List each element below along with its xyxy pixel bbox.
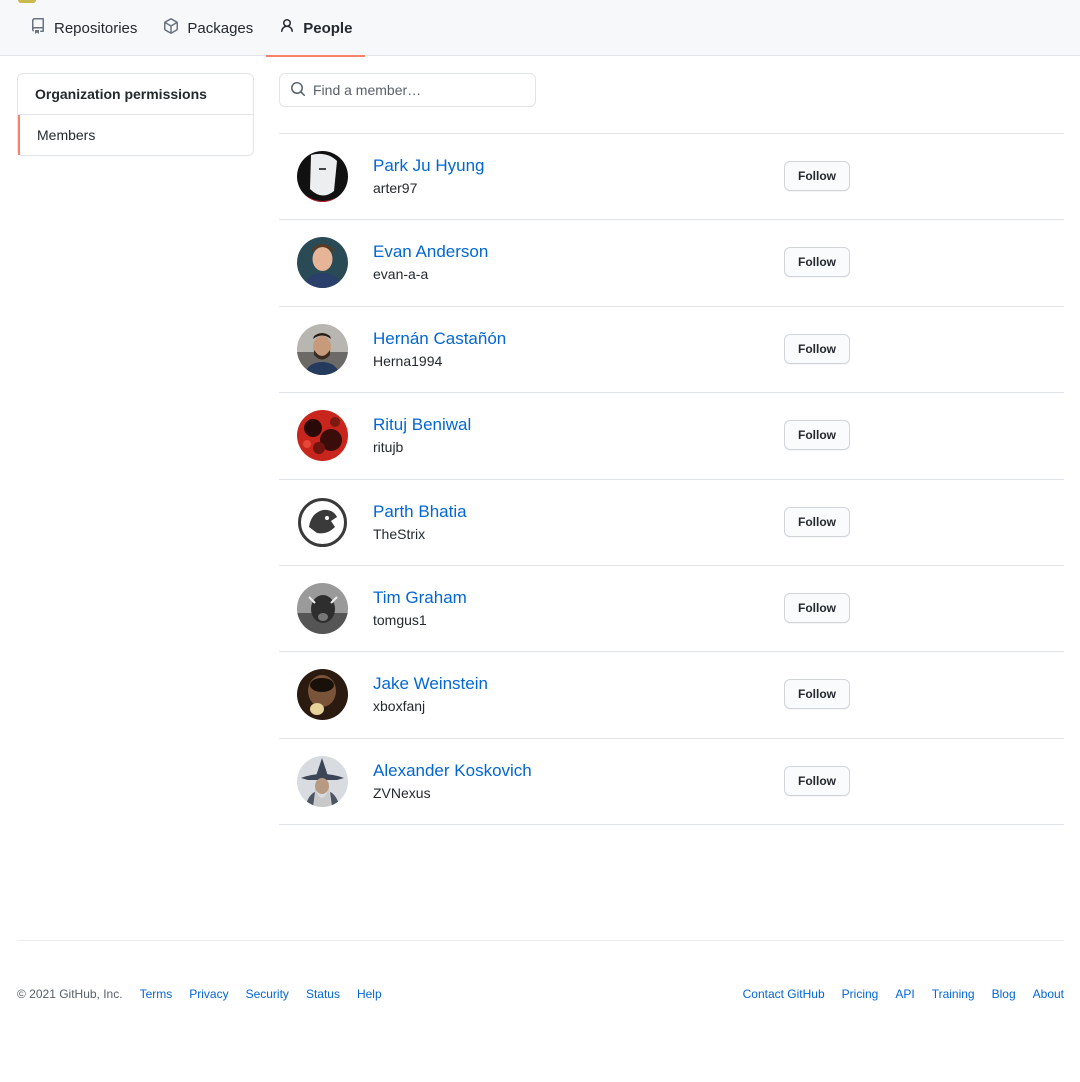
member-login: tomgus1: [373, 611, 427, 628]
tab-people[interactable]: People: [266, 0, 366, 57]
member-row: Alexander Koskovich ZVNexus Follow: [279, 739, 1064, 826]
footer-left: © 2021 GitHub, Inc. Terms Privacy Securi…: [17, 987, 382, 1001]
tab-repositories[interactable]: Repositories: [17, 0, 150, 56]
follow-button[interactable]: Follow: [784, 679, 850, 710]
search-icon: [290, 81, 306, 100]
follow-button[interactable]: Follow: [784, 161, 850, 191]
member-login: xboxfanj: [373, 698, 426, 715]
member-login: ZVNexus: [373, 784, 431, 801]
footer-link-status[interactable]: Status: [306, 987, 340, 1001]
tab-label: Repositories: [54, 19, 138, 37]
sidebar-item-members[interactable]: Members: [18, 115, 253, 155]
footer-link-blog[interactable]: Blog: [992, 987, 1016, 1001]
member-name[interactable]: Tim Graham: [373, 588, 467, 608]
tab-label: Packages: [187, 19, 254, 37]
footer-row: © 2021 GitHub, Inc. Terms Privacy Securi…: [17, 987, 1064, 1003]
tab-packages[interactable]: Packages: [150, 0, 266, 56]
member-name[interactable]: Park Ju Hyung: [373, 156, 485, 176]
avatar[interactable]: [297, 582, 348, 634]
footer-link-training[interactable]: Training: [932, 987, 975, 1001]
footer-link-about[interactable]: About: [1033, 987, 1064, 1001]
member-name[interactable]: Hernán Castañón: [373, 329, 506, 349]
site-footer: © 2021 GitHub, Inc. Terms Privacy Securi…: [17, 940, 1064, 1001]
member-list: Park Ju Hyung arter97 Follow Evan Anders…: [279, 133, 1064, 826]
member-login: Herna1994: [373, 352, 443, 369]
search-input[interactable]: [313, 82, 523, 98]
footer-link-pricing[interactable]: Pricing: [842, 987, 879, 1001]
avatar[interactable]: [297, 755, 348, 807]
member-login: evan-a-a: [373, 266, 429, 283]
follow-button[interactable]: Follow: [784, 247, 850, 278]
copyright: © 2021 GitHub, Inc.: [17, 987, 123, 1001]
member-name[interactable]: Evan Anderson: [373, 242, 488, 262]
org-tabs: Repositories Packages People: [0, 0, 1080, 57]
member-row: Hernán Castañón Herna1994 Follow: [279, 307, 1064, 394]
member-login: TheStrix: [373, 525, 426, 542]
member-row: Tim Graham tomgus1 Follow: [279, 566, 1064, 653]
avatar[interactable]: [297, 669, 348, 721]
footer-link-privacy[interactable]: Privacy: [189, 987, 228, 1001]
member-row: Rituj Beniwal ritujb Follow: [279, 393, 1064, 480]
repo-icon: [30, 18, 46, 38]
follow-button[interactable]: Follow: [784, 765, 850, 796]
member-row: Parth Bhatia TheStrix Follow: [279, 480, 1064, 566]
avatar[interactable]: [297, 496, 348, 548]
sidebar-heading: Organization permissions: [18, 74, 253, 115]
footer-right: Contact GitHub Pricing API Training Blog…: [743, 987, 1064, 1001]
footer-link-api[interactable]: API: [895, 987, 914, 1001]
footer-link-terms[interactable]: Terms: [140, 987, 173, 1001]
member-search: [279, 73, 536, 107]
tab-label: People: [303, 19, 353, 37]
member-name[interactable]: Alexander Koskovich: [373, 761, 532, 781]
member-row: Park Ju Hyung arter97 Follow: [279, 134, 1064, 221]
member-name[interactable]: Jake Weinstein: [373, 674, 488, 694]
footer-link-security[interactable]: Security: [246, 987, 289, 1001]
members-panel: Park Ju Hyung arter97 Follow Evan Anders…: [279, 73, 1064, 826]
avatar[interactable]: [297, 151, 348, 202]
follow-button[interactable]: Follow: [784, 420, 850, 451]
member-login: ritujb: [373, 439, 404, 456]
member-row: Evan Anderson evan-a-a Follow: [279, 220, 1064, 307]
avatar[interactable]: [297, 410, 348, 462]
follow-button[interactable]: Follow: [784, 506, 850, 537]
avatar[interactable]: [297, 323, 348, 375]
avatar[interactable]: [297, 237, 348, 289]
member-row: Jake Weinstein xboxfanj Follow: [279, 652, 1064, 739]
member-name[interactable]: Rituj Beniwal: [373, 415, 471, 435]
member-name[interactable]: Parth Bhatia: [373, 502, 467, 522]
permissions-sidebar: Organization permissions Members: [17, 73, 254, 156]
member-login: arter97: [373, 180, 418, 196]
person-icon: [279, 18, 295, 38]
package-icon: [163, 18, 179, 38]
follow-button[interactable]: Follow: [784, 592, 850, 623]
top-nav: Repositories Packages People: [0, 0, 1080, 57]
footer-link-contact[interactable]: Contact GitHub: [743, 987, 825, 1001]
footer-link-help[interactable]: Help: [357, 987, 382, 1001]
follow-button[interactable]: Follow: [784, 333, 850, 364]
